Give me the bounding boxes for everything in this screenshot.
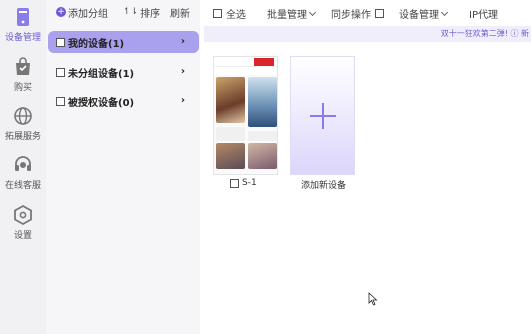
add-circle-icon: + bbox=[56, 7, 66, 17]
rail-label: 在线客服 bbox=[4, 181, 41, 191]
side-rail: 设备管理 购买 拓展服务 在线客服 设置 bbox=[0, 0, 46, 334]
headset-icon bbox=[15, 156, 31, 171]
mouse-cursor-icon bbox=[368, 292, 378, 306]
hexagon-gear-icon bbox=[14, 204, 32, 226]
group-checkbox[interactable] bbox=[56, 96, 65, 106]
promo-notice-bar[interactable]: 双十一狂欢第二弹! ⓘ 新 bbox=[204, 26, 531, 42]
group-item-ungrouped[interactable]: 未分组设备(1) › bbox=[48, 61, 199, 83]
rail-label: 拓展服务 bbox=[4, 132, 41, 142]
sort-label: 排序 bbox=[140, 8, 161, 20]
group-item-authorized[interactable]: 被授权设备(0) › bbox=[48, 90, 199, 112]
device-label[interactable]: S-1 bbox=[230, 178, 257, 188]
rail-label: 购买 bbox=[13, 83, 32, 93]
sort-icon: ↿⇂ bbox=[123, 7, 139, 17]
sort-button[interactable]: ↿⇂ 排序 bbox=[123, 5, 161, 20]
group-label: 我的设备(1) bbox=[68, 38, 125, 50]
rail-label: 设备管理 bbox=[4, 33, 41, 43]
batch-label: 批量管理 bbox=[267, 10, 307, 21]
device-name: S-1 bbox=[242, 178, 257, 188]
device-manage-dropdown[interactable]: 设备管理 bbox=[399, 6, 449, 21]
select-all-checkbox[interactable]: 全选 bbox=[213, 6, 246, 21]
sync-checkbox[interactable] bbox=[375, 9, 384, 18]
ip-proxy-label: IP代理 bbox=[469, 10, 498, 21]
group-panel: + 添加分组 ↿⇂ 排序 刷新 我的设备(1) › 未分组设备(1) › 被授权… bbox=[46, 0, 200, 334]
select-all-label: 全选 bbox=[226, 10, 246, 21]
device-manage-label: 设备管理 bbox=[399, 10, 439, 21]
refresh-button[interactable]: 刷新 bbox=[170, 5, 190, 20]
refresh-label: 刷新 bbox=[170, 8, 190, 20]
rail-item-settings[interactable]: 设置 bbox=[0, 204, 46, 241]
chevron-down-icon bbox=[308, 8, 317, 16]
app-window: 设备管理 购买 拓展服务 在线客服 设置 + 添加分组 ↿⇂ 排序 刷新 我的设… bbox=[0, 0, 531, 334]
add-group-button[interactable]: + 添加分组 bbox=[56, 5, 108, 20]
sync-operation-toggle[interactable]: 同步操作 bbox=[331, 6, 388, 21]
rail-label: 设置 bbox=[13, 231, 32, 241]
chevron-right-icon: › bbox=[180, 66, 185, 77]
device-screen-thumbnail bbox=[214, 57, 277, 174]
phone-device-icon bbox=[17, 8, 29, 26]
batch-manage-dropdown[interactable]: 批量管理 bbox=[267, 6, 317, 21]
ip-proxy-button[interactable]: IP代理 bbox=[469, 6, 498, 21]
add-group-label: 添加分组 bbox=[68, 8, 108, 20]
add-device-card[interactable] bbox=[290, 56, 355, 175]
chevron-right-icon: › bbox=[180, 36, 185, 47]
chevron-down-icon bbox=[440, 8, 449, 16]
rail-item-buy[interactable]: 购买 bbox=[0, 56, 46, 93]
device-checkbox[interactable] bbox=[230, 178, 239, 188]
group-label: 未分组设备(1) bbox=[68, 68, 135, 80]
rail-item-extend-services[interactable]: 拓展服务 bbox=[0, 105, 46, 142]
group-checkbox[interactable] bbox=[56, 37, 65, 47]
globe-icon bbox=[14, 107, 32, 125]
plus-icon bbox=[310, 103, 336, 129]
sync-label: 同步操作 bbox=[331, 10, 371, 21]
rail-item-online-support[interactable]: 在线客服 bbox=[0, 154, 46, 191]
rail-item-device-management[interactable]: 设备管理 bbox=[0, 6, 46, 43]
device-card[interactable] bbox=[213, 56, 278, 175]
group-item-my-devices[interactable]: 我的设备(1) › bbox=[48, 31, 199, 53]
shopping-bag-icon bbox=[16, 57, 30, 75]
checkbox[interactable] bbox=[213, 9, 222, 18]
main-toolbar: 全选 批量管理 同步操作 设备管理 IP代理 bbox=[200, 0, 531, 25]
add-device-label: 添加新设备 bbox=[301, 181, 347, 191]
chevron-right-icon: › bbox=[180, 95, 185, 106]
group-checkbox[interactable] bbox=[56, 67, 65, 77]
group-label: 被授权设备(0) bbox=[68, 97, 135, 109]
